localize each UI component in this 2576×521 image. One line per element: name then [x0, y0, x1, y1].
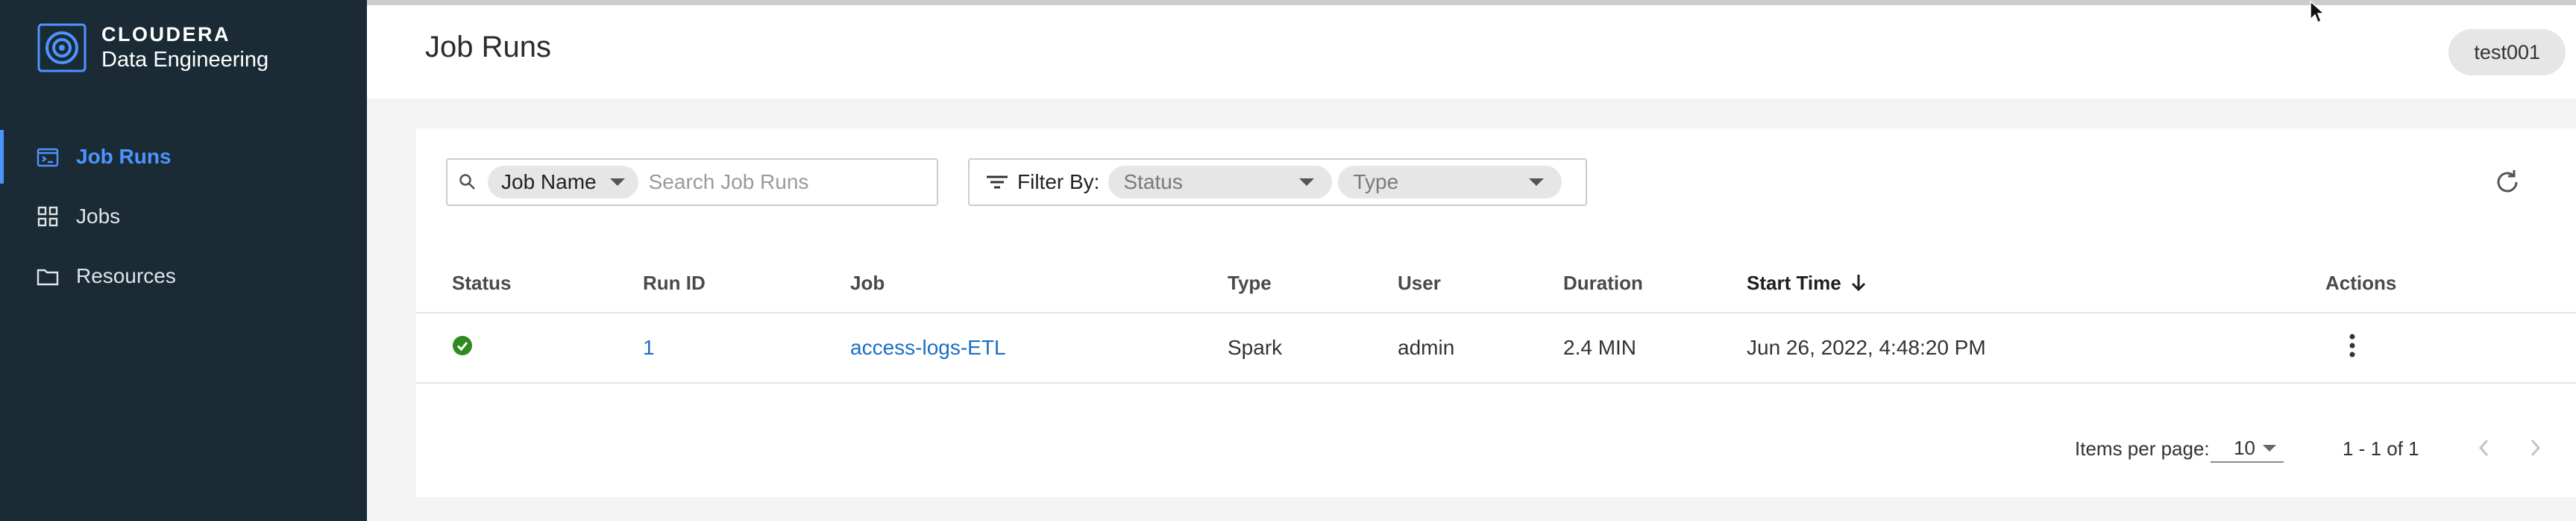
column-header-start-time[interactable]: Start Time — [1747, 272, 1867, 295]
column-header-type[interactable]: Type — [1228, 272, 1272, 295]
type-filter-placeholder: Type — [1353, 170, 1399, 193]
sidebar-item-label: Job Runs — [76, 145, 172, 168]
start-time-cell: Jun 26, 2022, 4:48:20 PM — [1747, 336, 1986, 359]
sidebar-item-job-runs[interactable]: Job Runs — [0, 127, 367, 187]
job-runs-card: Job Name Filter By: Status Type — [416, 128, 2576, 497]
chevron-down-icon — [2263, 444, 2276, 452]
table-header: Status Run ID Job Type User Duration Sta… — [416, 254, 2576, 313]
chevron-right-icon[interactable] — [2527, 436, 2543, 460]
search-icon — [458, 172, 477, 192]
pagination-range: 1 - 1 of 1 — [2343, 437, 2419, 460]
items-per-page-label: Items per page: — [2075, 437, 2210, 460]
actions-cell — [2325, 332, 2357, 364]
filter-label: Filter By: — [1017, 170, 1100, 193]
folder-icon — [36, 264, 60, 288]
grid-icon — [36, 205, 60, 228]
arrow-down-icon — [1850, 273, 1867, 293]
sidebar: CLOUDERA Data Engineering Job Runs Jobs … — [0, 0, 367, 521]
chevron-left-icon[interactable] — [2476, 436, 2492, 460]
filter-bar: Filter By: Status Type — [968, 158, 1587, 206]
chevron-down-icon — [1299, 178, 1315, 186]
search-field-selector[interactable]: Job Name — [488, 166, 638, 199]
column-header-user[interactable]: User — [1398, 272, 1441, 295]
job-runs-table: Status Run ID Job Type User Duration Sta… — [416, 254, 2576, 384]
success-check-icon — [452, 335, 473, 356]
sidebar-item-resources[interactable]: Resources — [0, 246, 367, 306]
chevron-down-icon — [1529, 178, 1545, 186]
table-row: 1 access-logs-ETL Spark admin 2.4 MIN Ju… — [416, 313, 2576, 384]
more-actions-icon[interactable] — [2348, 332, 2357, 359]
app-window: CLOUDERA Data Engineering Job Runs Jobs … — [0, 0, 2576, 521]
status-filter-select[interactable]: Status — [1108, 166, 1333, 199]
type-filter-select[interactable]: Type — [1338, 166, 1562, 199]
job-runs-icon — [36, 145, 60, 169]
items-per-page-select[interactable]: 10 — [2211, 434, 2284, 463]
sidebar-nav: Job Runs Jobs Resources — [0, 127, 367, 306]
cloudera-logo-icon — [37, 23, 87, 72]
column-header-status[interactable]: Status — [452, 272, 511, 295]
refresh-icon[interactable] — [2492, 167, 2522, 197]
column-header-run-id[interactable]: Run ID — [643, 272, 706, 295]
search-field-label: Job Name — [501, 170, 597, 193]
brand-name: CLOUDERA — [101, 23, 230, 46]
page-title: Job Runs — [425, 31, 551, 63]
user-cell: admin — [1398, 336, 1455, 359]
chevron-down-icon — [609, 178, 625, 186]
status-filter-placeholder: Status — [1123, 170, 1183, 193]
search-input[interactable] — [648, 170, 888, 194]
pagination: Items per page: 10 1 - 1 of 1 — [416, 431, 2576, 464]
column-header-actions: Actions — [2325, 271, 2397, 294]
type-cell: Spark — [1228, 336, 1283, 359]
duration-cell: 2.4 MIN — [1563, 336, 1637, 359]
page-header: Job Runs test001 — [367, 0, 2576, 99]
job-name-link[interactable]: access-logs-ETL — [850, 336, 1006, 360]
filter-icon — [984, 171, 1010, 193]
run-id-link[interactable]: 1 — [643, 336, 655, 360]
sidebar-item-label: Jobs — [76, 205, 121, 228]
brand[interactable]: CLOUDERA Data Engineering — [37, 22, 268, 72]
sidebar-item-label: Resources — [76, 264, 176, 287]
status-cell — [452, 335, 473, 361]
column-header-duration[interactable]: Duration — [1563, 272, 1643, 295]
sidebar-item-jobs[interactable]: Jobs — [0, 187, 367, 246]
mouse-cursor-icon — [2310, 0, 2325, 24]
search-bar: Job Name — [446, 158, 938, 206]
column-header-start-time-label: Start Time — [1747, 271, 1841, 294]
items-per-page-value: 10 — [2234, 436, 2255, 459]
user-menu-button[interactable]: test001 — [2448, 29, 2566, 75]
column-header-job[interactable]: Job — [850, 272, 885, 295]
brand-product: Data Engineering — [101, 48, 269, 72]
